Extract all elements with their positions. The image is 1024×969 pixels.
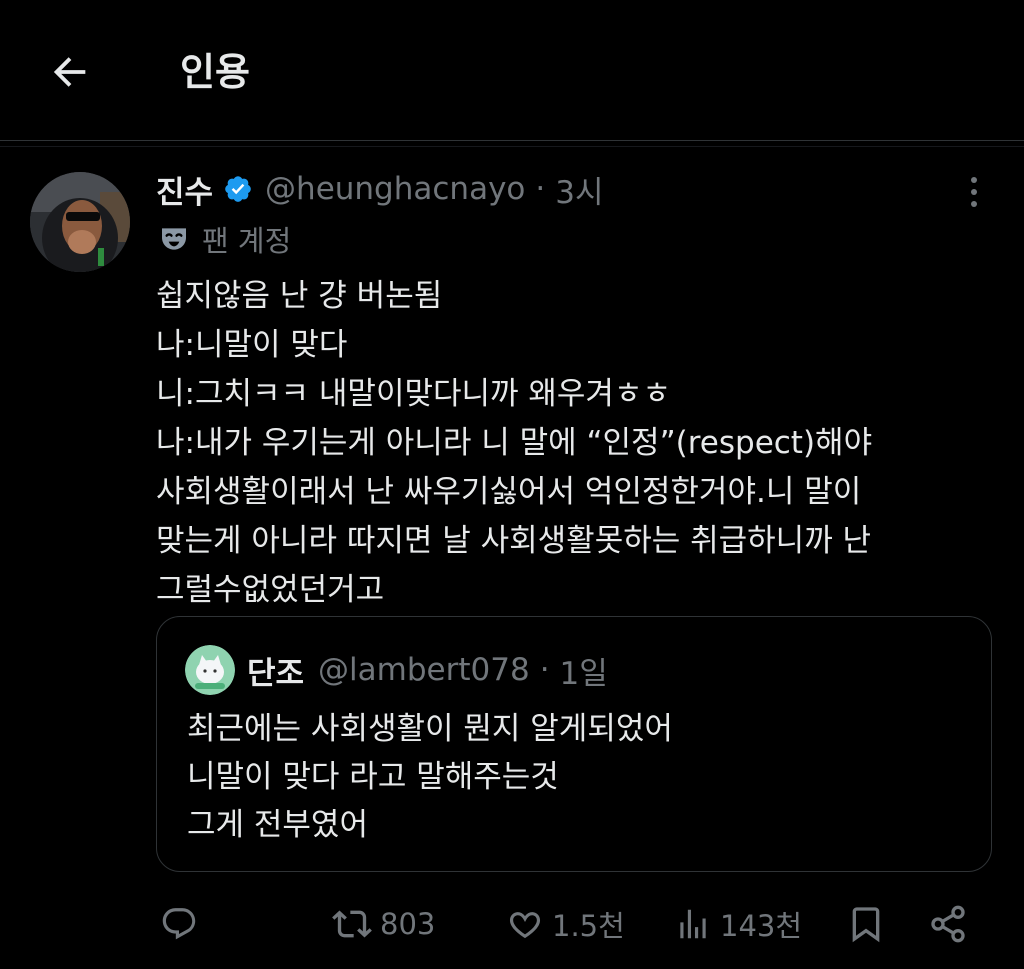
quoted-tweet[interactable]: 단조 @lambert078 · 1일 최근에는 사회생활이 뭔지 알게되었어 … xyxy=(156,616,992,872)
header-divider xyxy=(0,146,1024,147)
heart-icon xyxy=(509,912,541,939)
back-arrow-icon xyxy=(53,57,86,87)
reply-icon xyxy=(162,908,196,940)
bookmark-icon xyxy=(852,907,880,943)
quote-author-name: 단조 xyxy=(247,655,305,692)
retweet-button[interactable]: 803 xyxy=(332,896,435,952)
share-button[interactable] xyxy=(928,896,968,952)
quote-timestamp: 1일 xyxy=(559,655,608,692)
author-row: 진수 @heunghacnayo · 3시 xyxy=(156,166,604,212)
like-button[interactable]: 1.5천 xyxy=(506,896,625,952)
page-title: 인용 xyxy=(180,50,250,94)
bookmark-button[interactable] xyxy=(846,896,886,952)
avatar[interactable] xyxy=(30,172,130,272)
quote-author-handle: @lambert078 xyxy=(318,652,530,688)
author-name[interactable]: 진수 xyxy=(156,167,213,212)
fan-account-label: 팬 계정 xyxy=(158,218,291,260)
retweet-count: 803 xyxy=(380,907,436,941)
views-button[interactable]: 143천 xyxy=(674,896,802,952)
tweet-text: 쉽지않음 난 걍 버논됨 나:니말이 맞다 니:그치ㅋㅋ 내말이맞다니까 왜우겨… xyxy=(156,278,873,608)
verified-badge-icon xyxy=(223,174,253,204)
more-options-button[interactable] xyxy=(958,172,990,212)
quote-separator-dot: · xyxy=(539,652,550,688)
fan-account-text: 팬 계정 xyxy=(202,224,292,258)
back-button[interactable] xyxy=(44,46,96,98)
mask-icon xyxy=(162,228,186,250)
reply-button[interactable] xyxy=(160,896,198,952)
timestamp[interactable]: 3시 xyxy=(555,167,603,212)
top-bar: 인용 xyxy=(0,0,1024,141)
more-dots-icon xyxy=(971,177,977,183)
share-icon xyxy=(931,905,965,943)
quote-avatar xyxy=(185,645,235,695)
like-count: 1.5천 xyxy=(552,909,625,943)
retweet-icon xyxy=(332,910,372,938)
views-count: 143천 xyxy=(720,909,803,943)
analytics-icon xyxy=(680,909,706,939)
separator-dot: · xyxy=(535,171,546,207)
author-handle[interactable]: @heunghacnayo xyxy=(265,171,525,207)
action-bar: 803 1.5천 143천 xyxy=(156,896,992,952)
quote-text: 최근에는 사회생활이 뭔지 알게되었어 니말이 맞다 라고 말해주는것 그게 전… xyxy=(187,711,673,843)
quote-author-row: 단조 @lambert078 · 1일 xyxy=(247,647,608,693)
